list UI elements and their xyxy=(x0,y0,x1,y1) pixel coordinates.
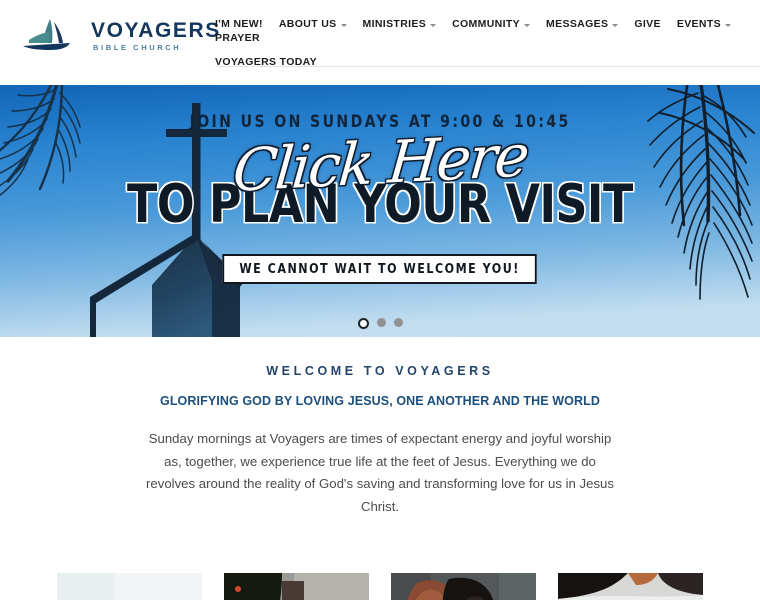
header-divider xyxy=(215,66,760,67)
site-header: VOYAGERS BIBLE CHURCH I'M NEW! ABOUT US … xyxy=(0,0,760,85)
card-image-4[interactable] xyxy=(558,573,703,600)
logo-title: VOYAGERS xyxy=(91,19,221,43)
welcome-tagline: GLORIFYING GOD BY LOVING JESUS, ONE ANOT… xyxy=(160,394,600,408)
nav-label: GIVE xyxy=(634,18,661,30)
nav-label: ABOUT US xyxy=(278,18,337,30)
carousel-dots xyxy=(0,318,760,329)
hero-banner[interactable]: JOIN US ON SUNDAYS AT 9:00 & 10:45 Click… xyxy=(0,85,760,337)
nav-item-give[interactable]: GIVE xyxy=(634,18,661,30)
chevron-down-icon xyxy=(430,23,437,27)
nav-row-primary: I'M NEW! ABOUT US MINISTRIES COMMUNITY M… xyxy=(215,18,760,46)
welcome-eyebrow: WELCOME TO VOYAGERS xyxy=(266,364,494,378)
nav-label: COMMUNITY xyxy=(452,18,521,30)
white-fabric-photo xyxy=(558,573,703,600)
chevron-down-icon xyxy=(340,23,347,27)
nav-label: MINISTRIES xyxy=(362,18,427,30)
nav-item-community[interactable]: COMMUNITY xyxy=(452,18,531,30)
welcome-cta-button[interactable]: WE CANNOT WAIT TO WELCOME YOU! xyxy=(222,254,538,284)
chevron-down-icon xyxy=(724,23,731,27)
carousel-dot-1[interactable] xyxy=(357,318,369,329)
main-navigation: I'M NEW! ABOUT US MINISTRIES COMMUNITY M… xyxy=(215,18,760,70)
light-interior-photo xyxy=(57,573,202,600)
nav-label: EVENTS xyxy=(676,18,721,30)
nav-item-events[interactable]: EVENTS xyxy=(677,18,731,30)
nav-label: I'M NEW! xyxy=(215,18,263,30)
image-card-row xyxy=(0,573,760,600)
chevron-down-icon xyxy=(612,23,619,27)
sailboat-icon xyxy=(20,16,82,56)
nav-item-ministries[interactable]: MINISTRIES xyxy=(363,18,437,30)
nav-item-im-new[interactable]: I'M NEW! xyxy=(215,18,263,30)
christmas-santa-photo xyxy=(224,573,369,600)
nav-label: MESSAGES xyxy=(546,18,609,30)
card-image-1[interactable] xyxy=(57,573,202,600)
nav-row-secondary: VOYAGERS TODAY xyxy=(215,56,760,70)
nav-item-about-us[interactable]: ABOUT US xyxy=(279,18,347,30)
card-image-3[interactable] xyxy=(391,573,536,600)
hero-content: JOIN US ON SUNDAYS AT 9:00 & 10:45 Click… xyxy=(0,85,760,337)
nav-item-messages[interactable]: MESSAGES xyxy=(546,18,619,30)
carousel-dot-2[interactable] xyxy=(376,318,386,327)
nav-label: PRAYER xyxy=(215,32,260,44)
people-portrait-photo xyxy=(391,573,536,600)
site-logo[interactable]: VOYAGERS BIBLE CHURCH xyxy=(0,0,221,56)
logo-wordmark: VOYAGERS BIBLE CHURCH xyxy=(91,20,221,52)
chevron-down-icon xyxy=(524,23,531,27)
logo-subtitle: BIBLE CHURCH xyxy=(93,43,182,53)
nav-item-prayer[interactable]: PRAYER xyxy=(215,32,260,44)
carousel-dot-3[interactable] xyxy=(393,318,403,327)
card-image-2[interactable] xyxy=(224,573,369,600)
welcome-body-text: Sunday mornings at Voyagers are times of… xyxy=(146,431,614,514)
welcome-section: WELCOME TO VOYAGERS GLORIFYING GOD BY LO… xyxy=(0,337,760,518)
hero-script-text: Click Here xyxy=(229,121,531,205)
